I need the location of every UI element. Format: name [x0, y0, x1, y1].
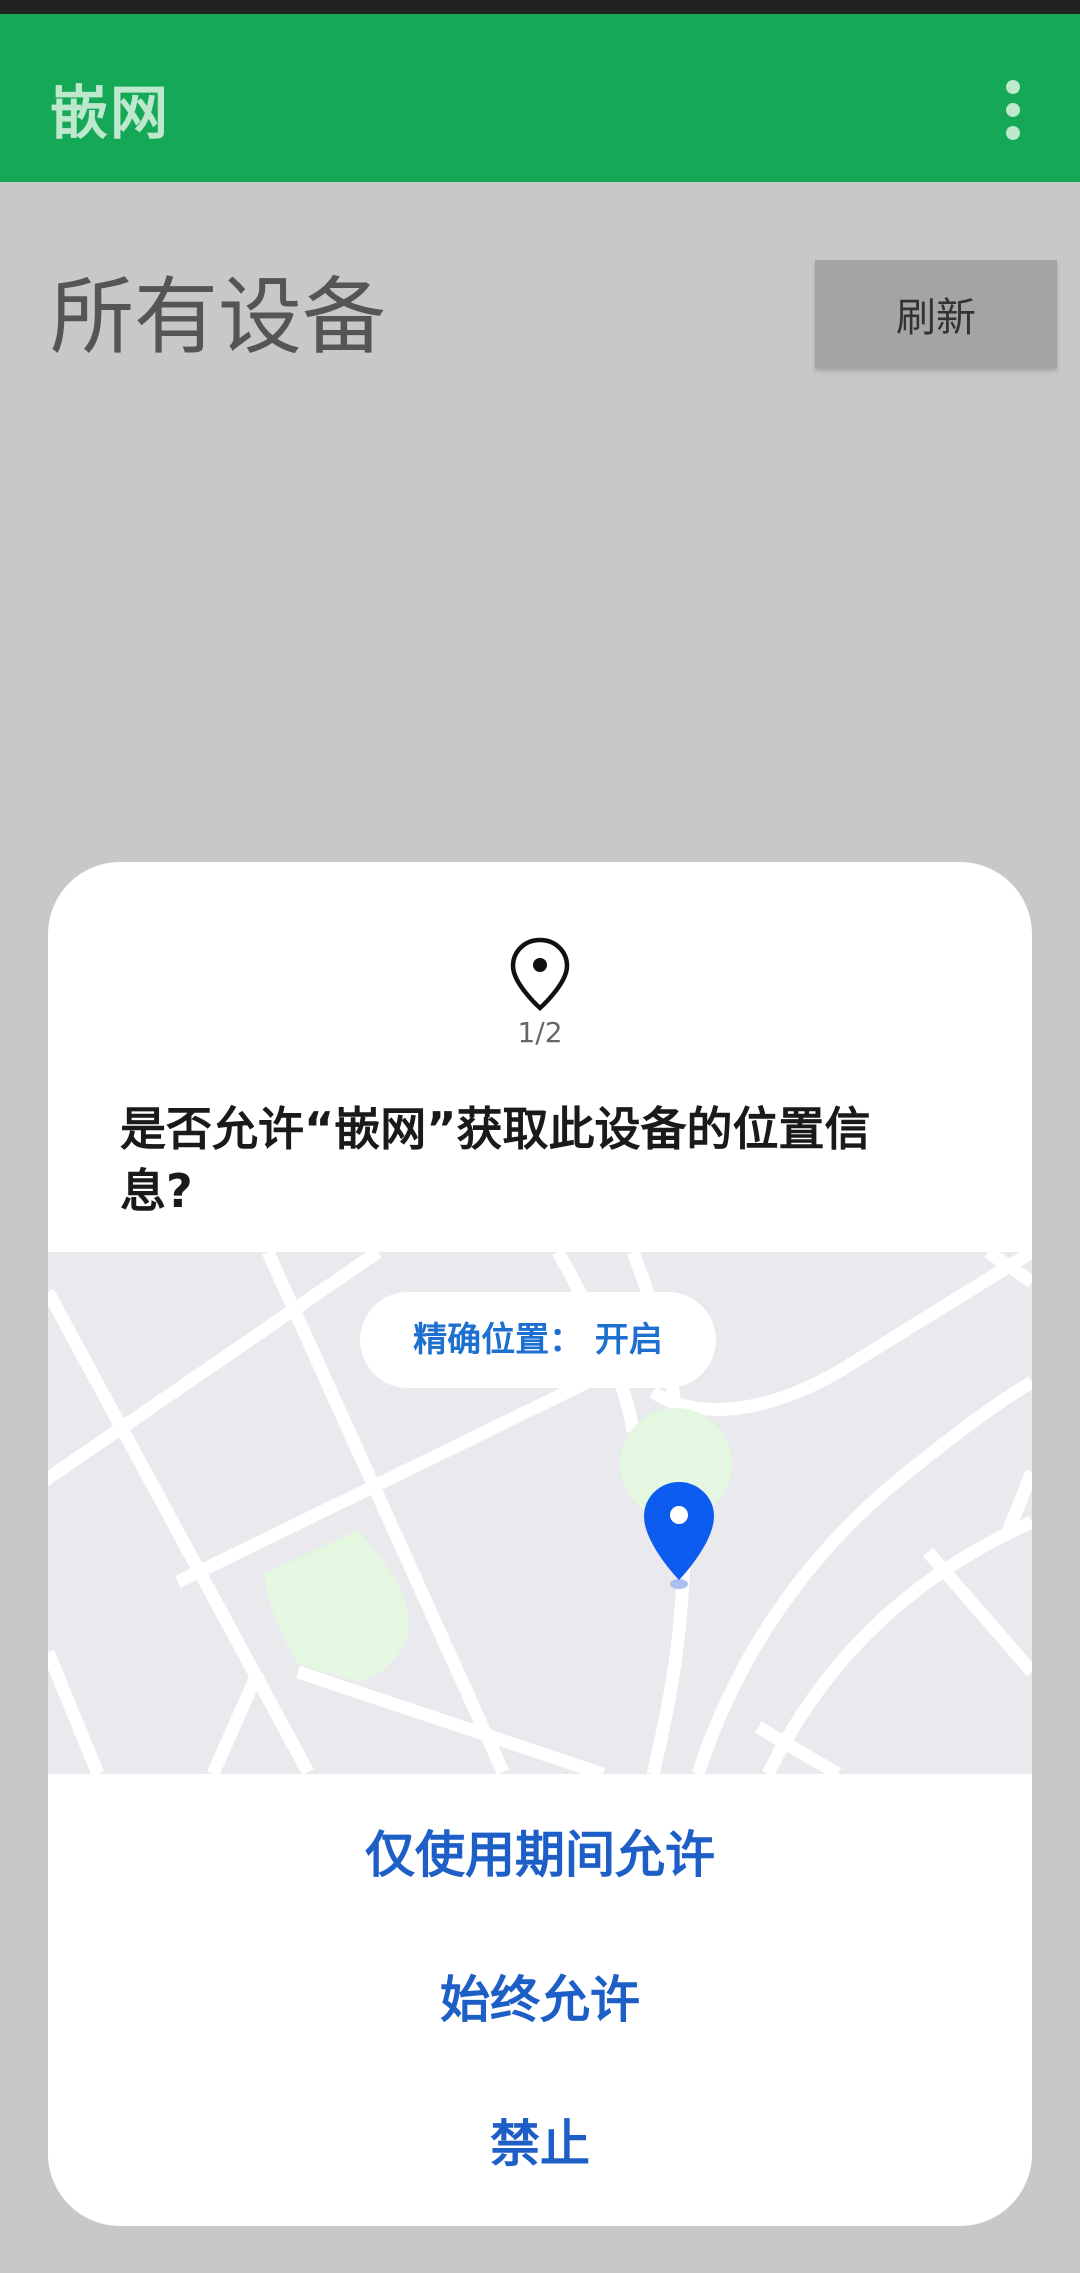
- page-title: 所有设备: [50, 268, 387, 366]
- deny-button[interactable]: 禁止: [48, 2099, 1032, 2189]
- location-map: 精确位置： 开启: [48, 1252, 1032, 1774]
- app-bar: 嵌网: [0, 14, 1080, 182]
- allow-while-using-button[interactable]: 仅使用期间允许: [48, 1810, 1032, 1900]
- allow-always-button[interactable]: 始终允许: [48, 1955, 1032, 2045]
- status-bar: [0, 0, 1080, 14]
- refresh-button[interactable]: 刷新: [815, 260, 1057, 368]
- step-indicator: 1/2: [517, 1016, 563, 1049]
- location-pin-icon: [510, 937, 570, 1012]
- precise-location-toggle[interactable]: 精确位置： 开启: [360, 1292, 716, 1388]
- app-title: 嵌网: [50, 79, 171, 147]
- permission-question: 是否允许“嵌网”获取此设备的位置信息?: [120, 1102, 871, 1218]
- location-permission-dialog: 1/2 是否允许“嵌网”获取此设备的位置信息? 精确位置： 开启 仅使用期间允许…: [48, 862, 1032, 2226]
- more-vert-icon[interactable]: [990, 74, 1038, 146]
